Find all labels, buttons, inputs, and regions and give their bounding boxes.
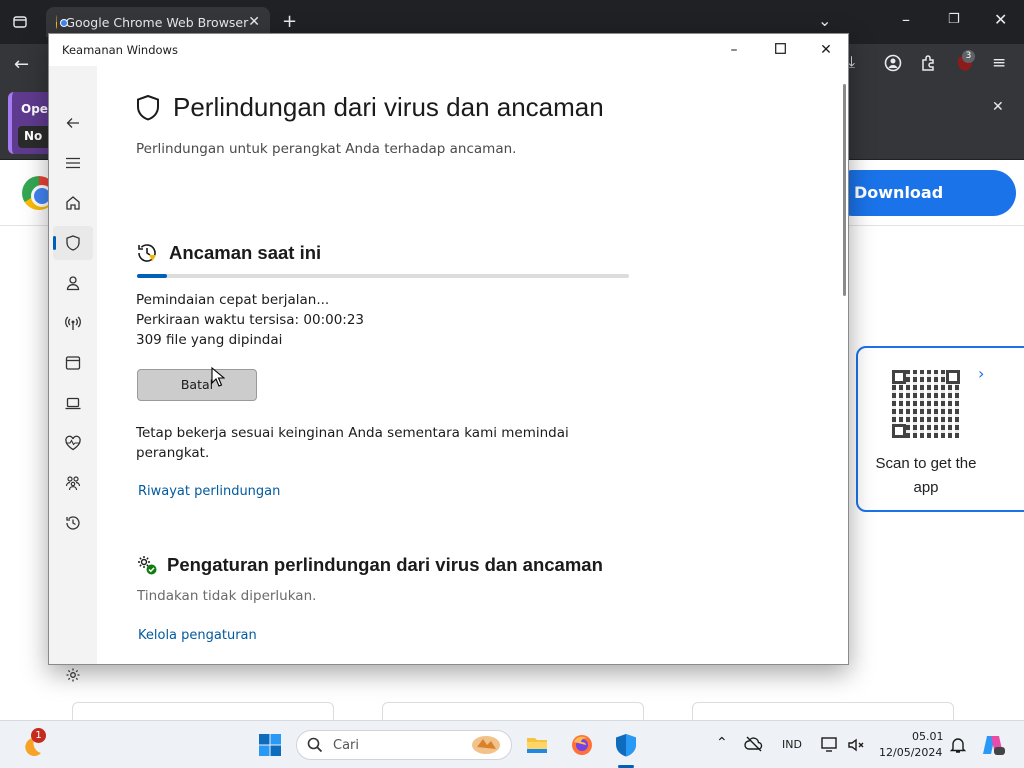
minimize-browser-icon[interactable]: – (902, 12, 910, 28)
nav-family-options[interactable] (53, 466, 93, 500)
download-chrome-button[interactable]: Download Chrome (830, 170, 1016, 248)
manage-settings-link[interactable]: Kelola pengaturan (138, 628, 257, 643)
file-explorer-icon[interactable] (525, 733, 549, 757)
restore-browser-icon[interactable]: ❐ (948, 13, 960, 26)
download-icon[interactable]: ⤓ (848, 54, 855, 70)
chevron-right-icon: › (978, 364, 985, 383)
person-icon (66, 276, 80, 291)
laptop-icon (65, 397, 81, 410)
infobar-close-icon[interactable]: ✕ (992, 100, 1004, 114)
settings-status-text: Tindakan tidak diperlukan. (137, 588, 317, 604)
minimize-icon[interactable]: – (724, 40, 744, 60)
scan-progress-fill (137, 274, 167, 278)
qr-card[interactable]: › Scan to get the app (856, 346, 1024, 512)
shield-icon (66, 235, 80, 251)
search-icon (307, 737, 323, 753)
tab-close-icon[interactable]: ✕ (248, 14, 260, 30)
nav-protection-history[interactable] (53, 506, 93, 540)
back-arrow-icon (66, 118, 79, 128)
shield-icon (137, 94, 159, 121)
qr-card-text: Scan to get the app (875, 455, 977, 496)
history-icon (66, 516, 80, 530)
extensions-icon[interactable] (920, 54, 938, 75)
windows-security-icon[interactable] (614, 733, 638, 757)
browser-menu-icon[interactable]: ≡ (992, 55, 1006, 72)
app-window-icon (65, 356, 81, 370)
close-icon[interactable]: ✕ (816, 40, 836, 60)
clock-time[interactable]: 05.01 (912, 730, 944, 743)
scan-info-text: Tetap bekerja sesuai keinginan Anda seme… (136, 425, 569, 461)
family-icon (65, 476, 81, 491)
copilot-icon[interactable] (981, 733, 1005, 757)
home-icon (66, 196, 80, 210)
windows-start-icon[interactable] (258, 733, 282, 757)
clock-date[interactable]: 12/05/2024 (879, 746, 942, 759)
gear-icon (66, 668, 80, 682)
chrome-favicon-icon (56, 15, 72, 29)
files-scanned-text: 309 file yang dipindai (136, 332, 283, 348)
heart-pulse-icon (65, 435, 81, 451)
notification-bell-icon[interactable] (948, 735, 968, 755)
tab-search-icon[interactable] (12, 14, 28, 33)
nav-firewall[interactable] (53, 306, 93, 340)
hamburger-menu-icon (66, 157, 80, 169)
close-browser-icon[interactable]: ✕ (994, 12, 1007, 28)
main-content: Perlindungan dari virus dan ancaman Perl… (98, 66, 838, 664)
window-title: Keamanan Windows (62, 43, 178, 57)
search-highlight-icon (472, 736, 500, 754)
nav-sidebar (49, 66, 97, 682)
maximize-icon[interactable] (770, 40, 790, 60)
widget-badge: 1 (31, 728, 46, 743)
input-language[interactable]: IND (782, 738, 802, 751)
antenna-icon (65, 316, 81, 330)
nav-settings[interactable] (53, 658, 93, 692)
time-remaining-label: Perkiraan waktu tersisa: (136, 312, 300, 328)
network-icon[interactable] (820, 735, 840, 755)
mouse-cursor-icon (211, 367, 225, 387)
threat-scan-icon (138, 244, 156, 262)
new-tab-icon[interactable]: + (282, 13, 297, 31)
tab-list-chevron-icon[interactable]: ⌄ (818, 13, 831, 29)
time-remaining-value: 00:00:23 (303, 312, 365, 328)
protection-history-link[interactable]: Riwayat perlindungan (138, 484, 280, 499)
content-scrollbar[interactable] (843, 84, 846, 296)
firefox-icon[interactable] (570, 733, 594, 757)
tab-title: Google Chrome Web Browser (65, 14, 249, 30)
nav-home[interactable] (53, 186, 93, 220)
nav-device-security[interactable] (53, 386, 93, 420)
nav-virus-protection[interactable] (53, 226, 93, 260)
nav-device-health[interactable] (53, 426, 93, 460)
qr-corner (892, 424, 906, 438)
webpage-card (72, 702, 334, 722)
volume-muted-icon[interactable] (846, 735, 866, 755)
webpage-card (382, 702, 644, 722)
back-arrow-icon[interactable]: ← (14, 56, 29, 74)
scan-progress-bar (137, 274, 629, 278)
time-remaining-row: Perkiraan waktu tersisa: 00:00:23 (136, 312, 364, 328)
page-subtitle: Perlindungan untuk perangkat Anda terhad… (136, 141, 517, 157)
settings-section-title: Pengaturan perlindungan dari virus dan a… (167, 554, 603, 575)
webpage-card (692, 702, 954, 722)
windows-security-window: Keamanan Windows – ✕ Perlindungan dari v… (48, 33, 849, 682)
search-placeholder: Cari (333, 738, 359, 753)
onedrive-sync-icon[interactable] (744, 734, 764, 754)
nav-account-protection[interactable] (53, 266, 93, 300)
qr-corner (892, 370, 906, 384)
scan-status-text: Pemindaian cepat berjalan... (136, 292, 330, 308)
profile-icon[interactable] (884, 54, 902, 75)
qr-corner (946, 370, 960, 384)
qr-code-icon (892, 370, 960, 438)
taskbar-search[interactable]: Cari (296, 730, 512, 760)
current-threats-title: Ancaman saat ini (169, 242, 322, 263)
cancel-scan-button[interactable]: Batal (137, 369, 257, 401)
nav-back-button[interactable] (53, 106, 93, 140)
show-hidden-icons-chevron-icon[interactable]: ⌃ (716, 735, 728, 751)
settings-gear-check-icon (138, 556, 157, 575)
nav-app-browser-control[interactable] (53, 346, 93, 380)
window-titlebar: Keamanan Windows – ✕ (49, 34, 848, 66)
extension-badge: 3 (962, 50, 975, 63)
nav-menu-button[interactable] (53, 146, 93, 180)
page-title: Perlindungan dari virus dan ancaman (173, 92, 604, 122)
taskbar: 1 Cari ⌃ IND 05.01 12/05/2024 (0, 720, 1024, 768)
